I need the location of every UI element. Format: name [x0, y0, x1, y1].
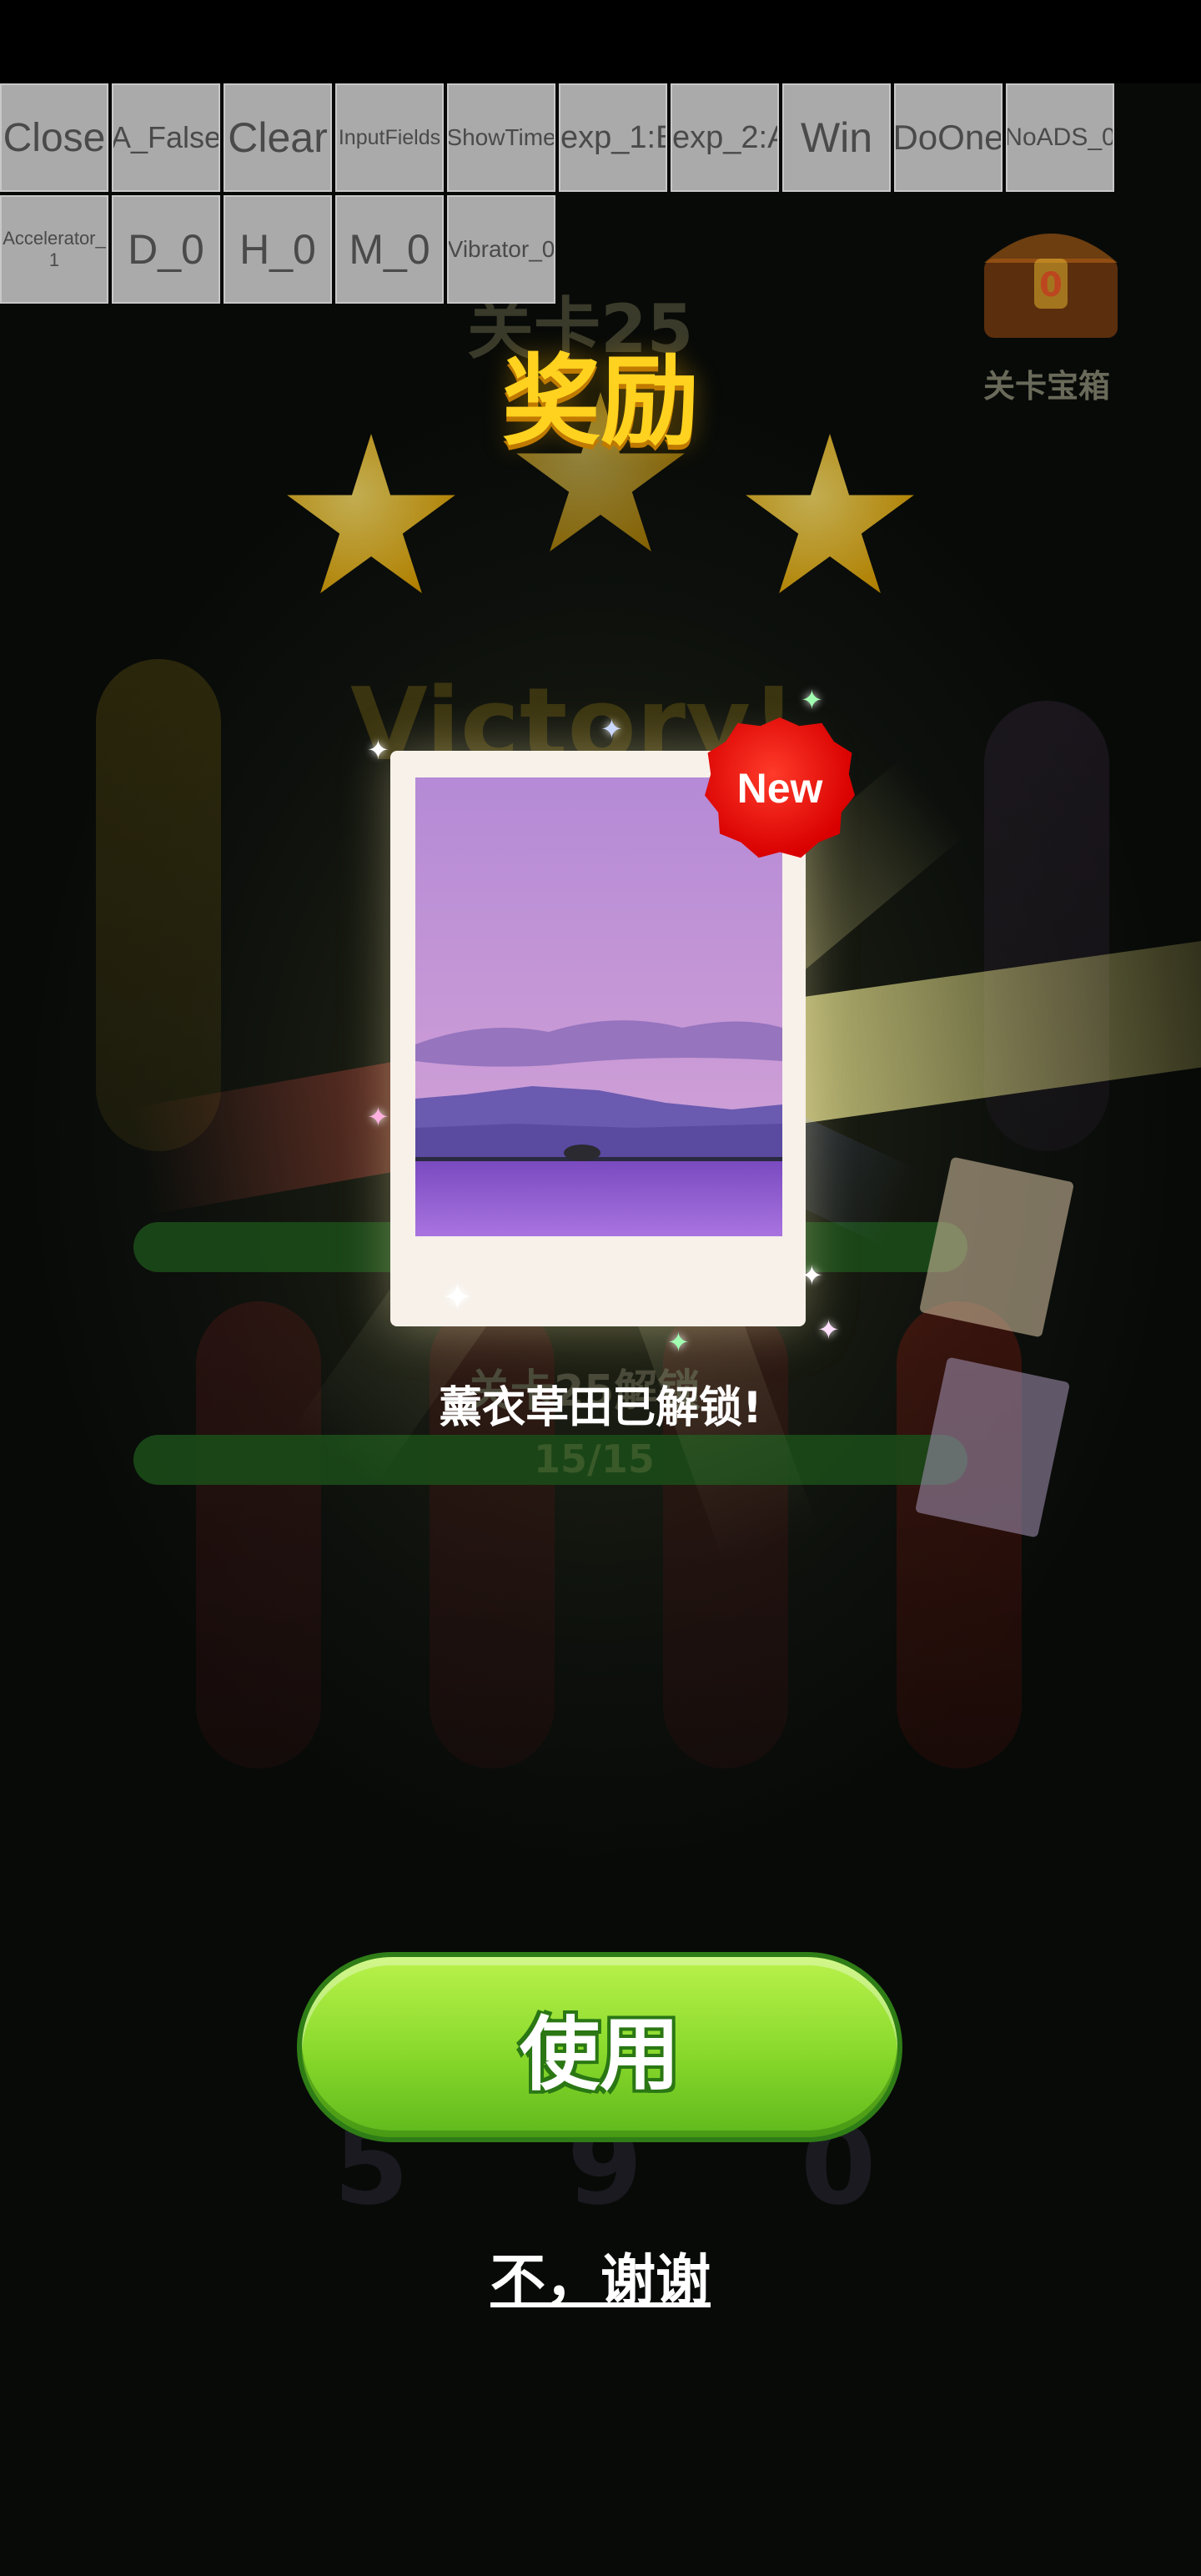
- debug-accelerator-button[interactable]: Accelerator_1: [0, 195, 108, 304]
- lavender-field-image: [415, 777, 782, 1236]
- sparkle-icon: ✦: [801, 1260, 823, 1291]
- debug-close-button[interactable]: Close: [0, 83, 108, 192]
- sparkle-icon: ✦: [367, 734, 389, 766]
- debug-win-button[interactable]: Win: [782, 83, 891, 192]
- debug-exp1-button[interactable]: exp_1:B: [559, 83, 667, 192]
- debug-d0-button[interactable]: D_0: [112, 195, 220, 304]
- debug-exp2-button[interactable]: exp_2:A: [671, 83, 779, 192]
- use-button-label: 使用: [520, 2007, 680, 2101]
- debug-clear-button[interactable]: Clear: [224, 83, 332, 192]
- chest-count: 0: [1039, 266, 1063, 304]
- sparkle-icon: ✦: [817, 1314, 840, 1346]
- sparkle-icon: ✦: [667, 1326, 690, 1358]
- debug-h0-button[interactable]: H_0: [224, 195, 332, 304]
- bg-tube: [196, 1301, 321, 1768]
- sparkle-icon: ✦: [442, 1276, 473, 1319]
- use-button[interactable]: 使用: [297, 1952, 902, 2142]
- debug-noads-button[interactable]: NoADS_0: [1006, 83, 1114, 192]
- status-bar: [0, 0, 1201, 83]
- sparkle-icon: ✦: [367, 1101, 389, 1133]
- debug-m0-button[interactable]: M_0: [335, 195, 444, 304]
- sparkle-icon: ✦: [801, 684, 823, 716]
- bg-tube: [96, 659, 221, 1151]
- debug-doone-button[interactable]: DoOne: [894, 83, 1003, 192]
- debug-vibrator-button[interactable]: Vibrator_0: [447, 195, 555, 304]
- debug-showtime-button[interactable]: ShowTime: [447, 83, 555, 192]
- debug-inputfields-button[interactable]: InputFields: [335, 83, 444, 192]
- bg-progress-value: 15/15: [534, 1436, 655, 1482]
- reward-title: 奖励: [501, 344, 699, 459]
- no-thanks-link[interactable]: 不，谢谢: [0, 2236, 1201, 2316]
- debug-a-false-button[interactable]: A_False: [112, 83, 220, 192]
- sparkle-icon: ✦: [600, 713, 623, 745]
- debug-toolbar-row1: Close A_False Clear InputFields ShowTime…: [0, 83, 1114, 192]
- debug-toolbar-row2: Accelerator_1 D_0 H_0 M_0 Vibrator_0: [0, 195, 555, 304]
- unlock-message: 薰衣草田已解锁!: [439, 1383, 762, 1433]
